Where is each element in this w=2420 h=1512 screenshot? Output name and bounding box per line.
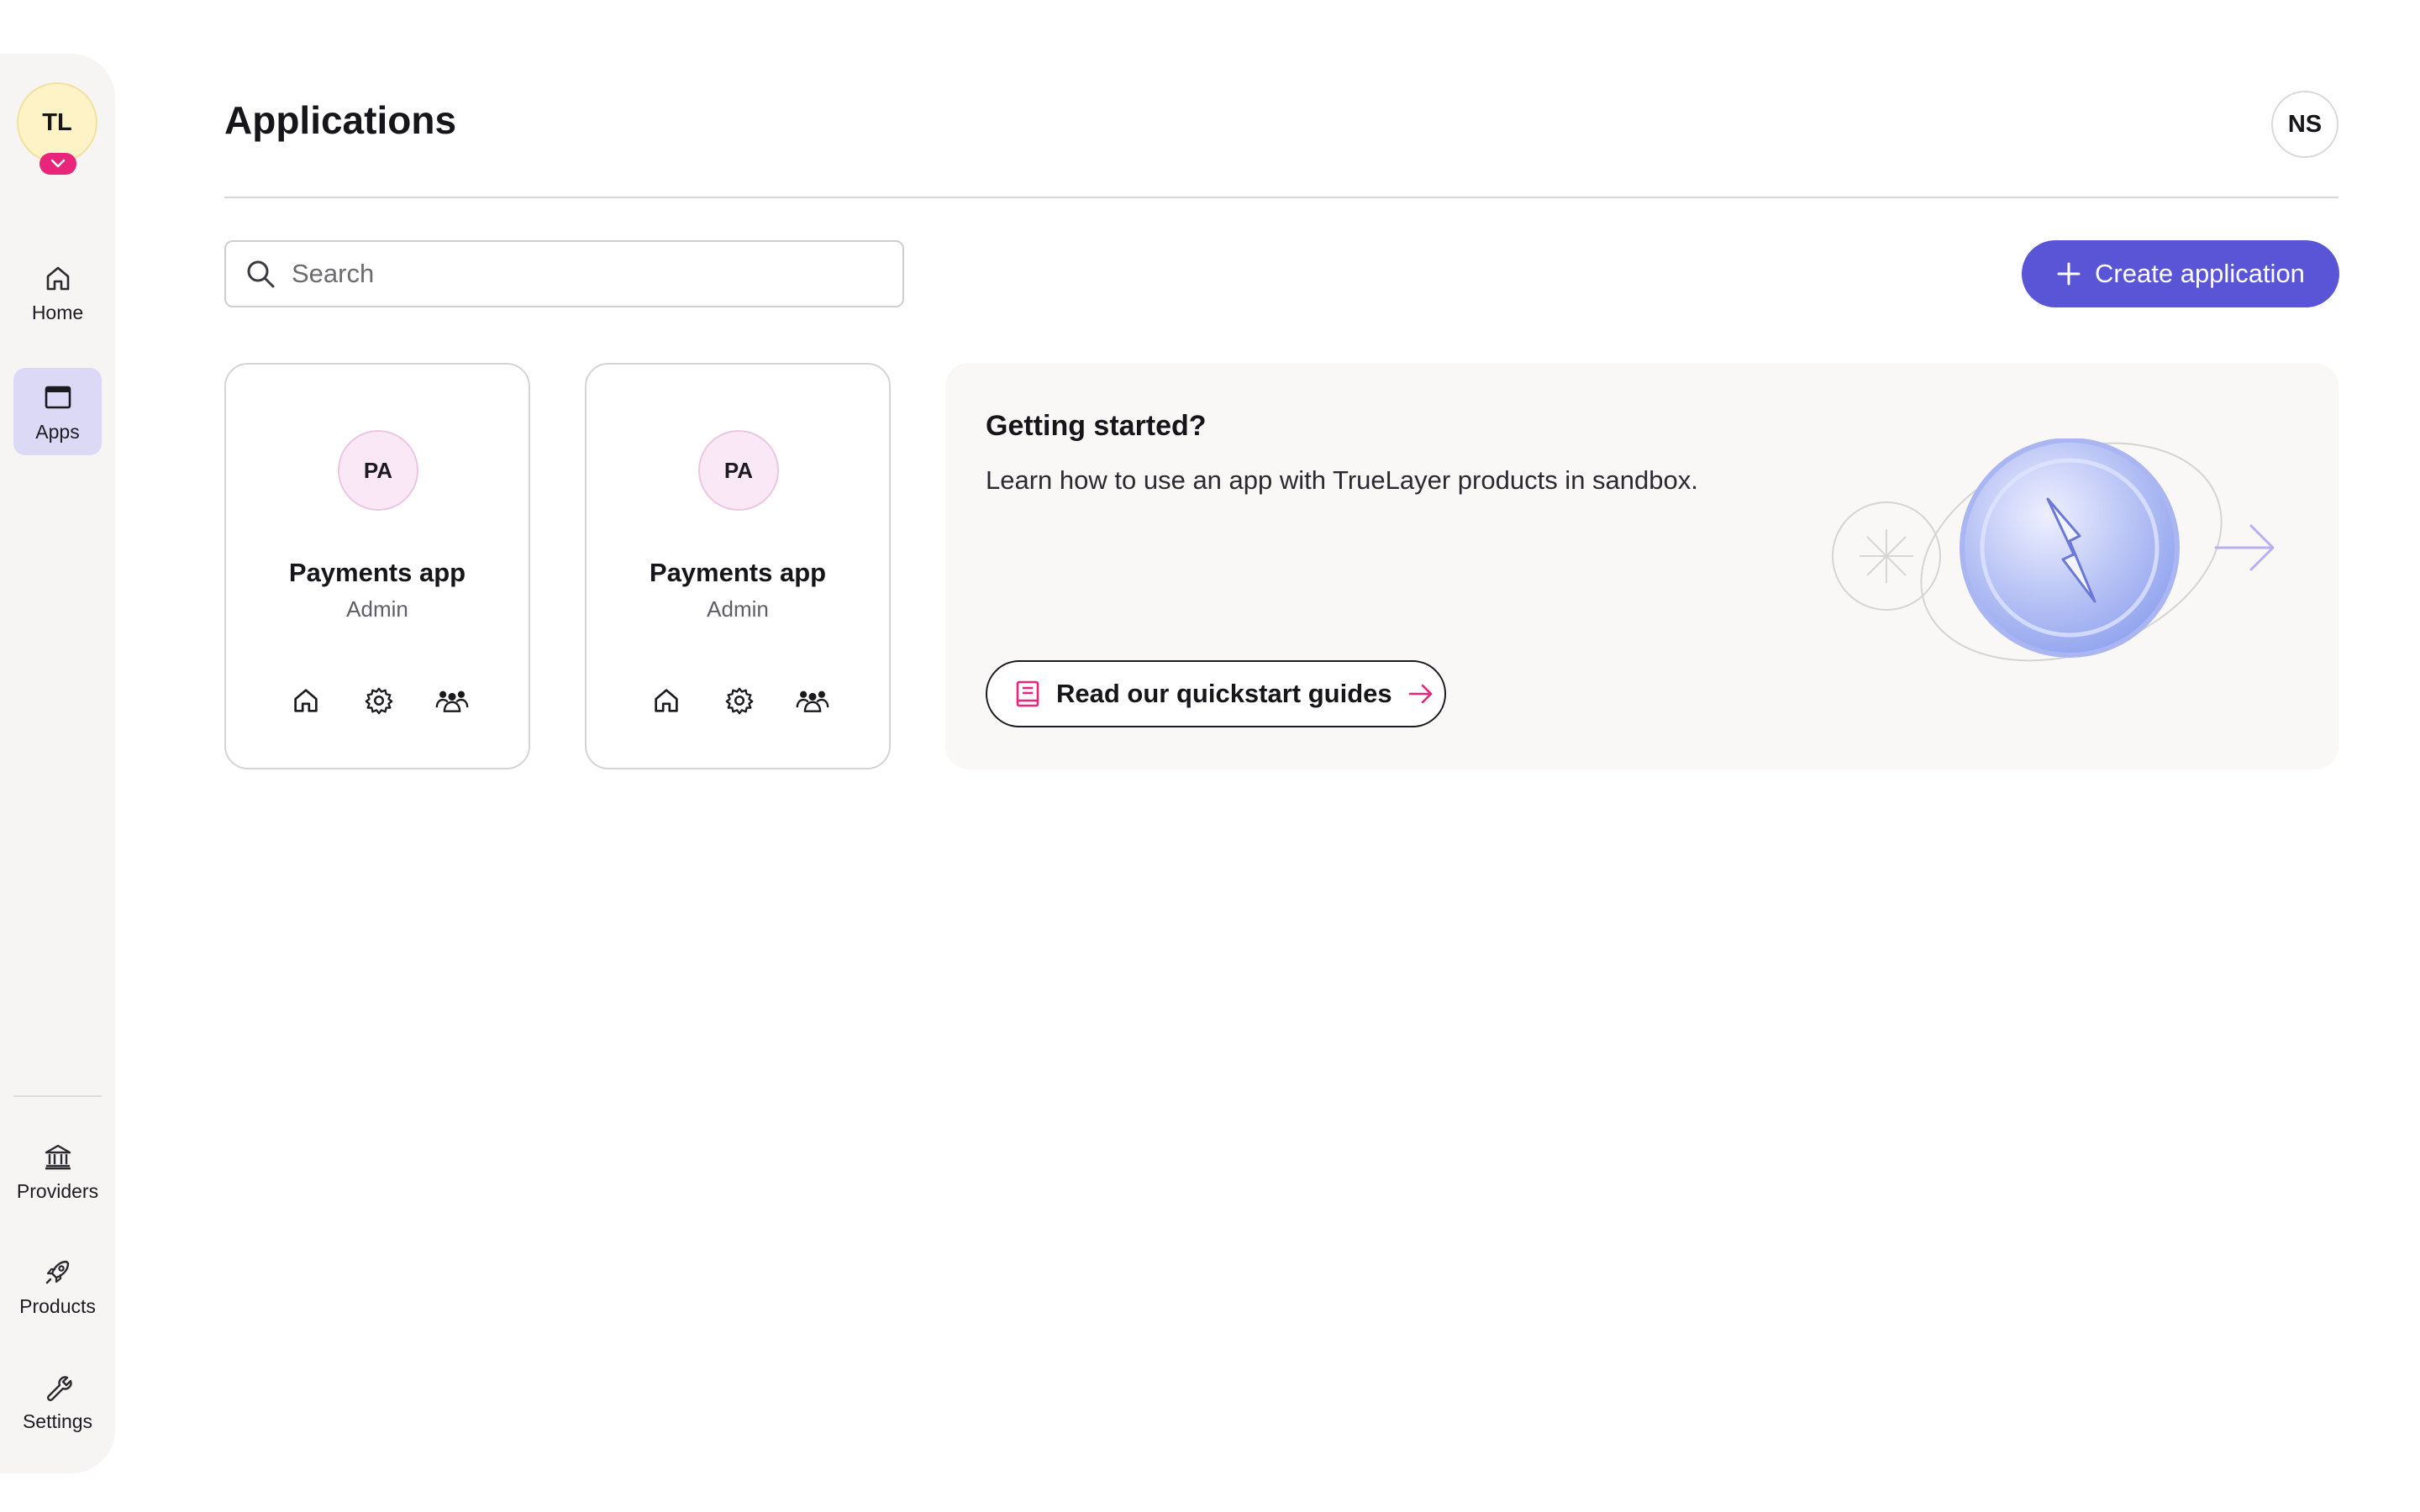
- sidebar-item-providers[interactable]: Providers: [13, 1127, 102, 1215]
- quickstart-guides-label: Read our quickstart guides: [1056, 679, 1392, 708]
- users-icon: [796, 690, 829, 712]
- chevron-down-icon: [50, 159, 66, 168]
- user-initials: NS: [2287, 110, 2323, 138]
- app-home-button[interactable]: [289, 684, 323, 717]
- book-icon: [1016, 680, 1039, 707]
- org-initials: TL: [42, 108, 72, 136]
- create-application-label: Create application: [2095, 259, 2305, 288]
- app-avatar: PA: [698, 430, 779, 511]
- getting-started-panel: Getting started? Learn how to use an app…: [945, 363, 2338, 769]
- org-switcher-chevron[interactable]: [39, 153, 76, 175]
- app-role: Admin: [346, 596, 408, 622]
- sidebar-divider: [13, 1095, 102, 1097]
- sidebar-item-label: Home: [31, 301, 84, 323]
- app-settings-button[interactable]: [362, 684, 396, 717]
- app-actions: [289, 684, 469, 717]
- sidebar-item-apps[interactable]: Apps: [13, 368, 102, 455]
- app-home-button[interactable]: [650, 684, 683, 717]
- sidebar-item-products[interactable]: Products: [13, 1242, 102, 1330]
- plus-icon: [2057, 262, 2081, 286]
- window-icon: [45, 386, 71, 408]
- search-field[interactable]: [224, 240, 904, 307]
- home-icon: [294, 689, 318, 712]
- arrow-right-icon: [1408, 684, 1432, 704]
- lightning-coin-illustration: [1832, 438, 2275, 662]
- app-card[interactable]: PA Payments app Admin: [585, 363, 891, 769]
- sidebar: TL Home Apps Providers Products Settings: [0, 54, 115, 1473]
- app-name: Payments app: [288, 558, 466, 587]
- app-initials: PA: [363, 457, 393, 483]
- app-initials: PA: [723, 457, 754, 483]
- sidebar-item-home[interactable]: Home: [13, 249, 102, 336]
- user-avatar[interactable]: NS: [2271, 91, 2338, 158]
- sidebar-item-label: Products: [19, 1294, 96, 1317]
- bank-icon: [45, 1144, 71, 1169]
- app-settings-button[interactable]: [723, 684, 756, 717]
- getting-started-title: Getting started?: [986, 410, 1207, 442]
- gear-icon: [365, 687, 393, 715]
- app-role: Admin: [707, 596, 769, 622]
- home-icon: [655, 689, 678, 712]
- app-team-button[interactable]: [435, 684, 469, 717]
- sidebar-item-label: Providers: [16, 1179, 99, 1202]
- home-icon: [46, 266, 69, 290]
- app-team-button[interactable]: [796, 684, 829, 717]
- users-icon: [435, 690, 469, 712]
- org-avatar[interactable]: TL: [17, 82, 97, 163]
- wrench-icon: [46, 1375, 72, 1401]
- search-input[interactable]: [292, 259, 880, 289]
- app-avatar: PA: [338, 430, 418, 511]
- sidebar-item-settings[interactable]: Settings: [13, 1357, 102, 1445]
- header-divider: [224, 197, 2338, 198]
- app-name: Payments app: [649, 558, 827, 587]
- sidebar-item-label: Settings: [22, 1410, 93, 1432]
- quickstart-guides-link[interactable]: Read our quickstart guides: [986, 660, 1446, 727]
- gear-icon: [725, 687, 754, 715]
- app-card[interactable]: PA Payments app Admin: [224, 363, 530, 769]
- page-title: Applications: [224, 98, 457, 142]
- getting-started-description: Learn how to use an app with TrueLayer p…: [986, 465, 1698, 495]
- sidebar-item-label: Apps: [35, 420, 80, 443]
- rocket-icon: [45, 1260, 69, 1284]
- create-application-button[interactable]: Create application: [2022, 240, 2339, 307]
- search-icon: [247, 260, 275, 288]
- app-actions: [650, 684, 829, 717]
